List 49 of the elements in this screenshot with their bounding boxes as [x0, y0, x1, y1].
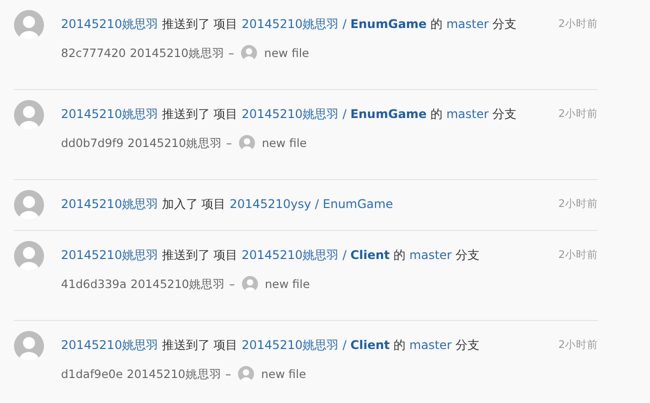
- avatar-icon: [14, 331, 44, 361]
- link[interactable]: 20145210姚思羽: [61, 197, 158, 211]
- commit-message: new file: [262, 136, 307, 150]
- commit-author: 20145210姚思羽: [126, 366, 222, 382]
- avatar-icon: [14, 190, 44, 220]
- separator: –: [228, 46, 234, 60]
- activity-headline: 20145210姚思羽 推送到了 项目 20145210姚思羽 / EnumGame 的 master 分支: [61, 16, 518, 32]
- avatar-icon: [238, 366, 254, 382]
- timestamp: 2小时前: [558, 338, 598, 352]
- link[interactable]: 20145210姚思羽 / Client: [242, 248, 390, 262]
- link[interactable]: master: [409, 338, 452, 352]
- link[interactable]: 20145210姚思羽 / EnumGame: [242, 107, 427, 121]
- separator: –: [226, 136, 232, 150]
- separator: –: [229, 277, 235, 291]
- commit-hash: 82c777420: [61, 46, 126, 60]
- separator: –: [225, 367, 232, 381]
- link[interactable]: master: [446, 107, 489, 121]
- commit-message: new file: [264, 277, 310, 291]
- timestamp: 2小时前: [558, 107, 598, 121]
- commit-hash: dd0b7d9f9: [61, 136, 124, 150]
- timestamp: 2小时前: [558, 17, 598, 31]
- activity-headline: 20145210姚思羽 推送到了 项目 20145210姚思羽 / Client 的 master 分支: [61, 247, 481, 263]
- commit-message: new file: [264, 46, 310, 60]
- activity-headline: 20145210姚思羽 推送到了 项目 20145210姚思羽 / Client 的 master 分支: [61, 337, 481, 353]
- avatar-icon: [14, 10, 44, 40]
- commit-hash: 41d6d339a: [61, 277, 127, 291]
- link[interactable]: 20145210姚思羽: [61, 248, 158, 262]
- link[interactable]: 20145210ysy / EnumGame: [230, 197, 393, 211]
- avatar-icon: [242, 276, 258, 292]
- link[interactable]: 20145210姚思羽: [61, 107, 158, 121]
- timestamp: 2小时前: [558, 197, 598, 211]
- avatar-icon: [14, 241, 44, 271]
- link[interactable]: 20145210姚思羽: [61, 17, 158, 31]
- link[interactable]: 20145210姚思羽 / Client: [242, 338, 390, 352]
- timestamp: 2小时前: [558, 248, 598, 262]
- commit-hash: d1daf9e0e: [61, 367, 123, 381]
- link[interactable]: 20145210姚思羽 / EnumGame: [242, 17, 427, 31]
- avatar-icon: [238, 135, 255, 151]
- avatar-icon: [241, 45, 258, 61]
- activity-headline: 20145210姚思羽 加入了 项目 20145210ysy / EnumGame: [61, 196, 394, 212]
- link[interactable]: master: [446, 17, 489, 31]
- commit-author: 20145210姚思羽: [130, 276, 226, 292]
- avatar-icon: [14, 100, 44, 130]
- commit-author: 20145210姚思羽: [128, 136, 222, 150]
- commit-message: new file: [261, 367, 306, 381]
- activity-headline: 20145210姚思羽 推送到了 项目 20145210姚思羽 / EnumGame 的 master 分支: [61, 106, 518, 122]
- link[interactable]: master: [409, 248, 452, 262]
- link[interactable]: 20145210姚思羽: [61, 338, 158, 352]
- commit-author: 20145210姚思羽: [130, 46, 224, 60]
